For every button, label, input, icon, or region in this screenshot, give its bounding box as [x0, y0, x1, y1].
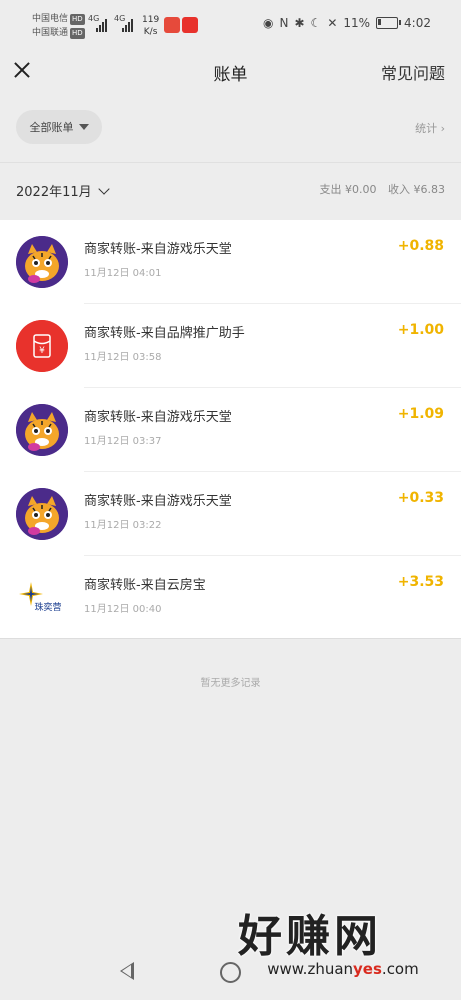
faq-link[interactable]: 常见问题: [381, 60, 445, 84]
home-icon[interactable]: [220, 962, 241, 983]
tiger-avatar: [16, 488, 68, 540]
transaction-title: 商家转账-来自游戏乐天堂: [84, 494, 232, 509]
month-summary: 支出 ¥0.00 收入 ¥6.83: [312, 181, 446, 197]
stats-label: 统计: [415, 122, 438, 135]
logo-text: 珠奕营: [34, 601, 61, 613]
flag-notification-icon: [182, 17, 198, 33]
all-bills-filter-button[interactable]: 全部账单: [16, 110, 102, 144]
red-envelope-avatar: ¥: [16, 320, 68, 372]
transaction-amount: +1.09: [397, 406, 444, 422]
expense-total: 支出 ¥0.00: [319, 183, 377, 196]
back-icon[interactable]: [120, 962, 134, 980]
clock: 4:02: [404, 16, 431, 30]
moon-icon: ☾: [310, 16, 322, 30]
transaction-row[interactable]: 商家转账-来自游戏乐天堂 11月12日 04:01 +0.88: [0, 220, 461, 304]
svg-text:¥: ¥: [39, 346, 45, 356]
filter-bar: 全部账单 统计 ›: [0, 92, 461, 163]
transaction-title: 商家转账-来自云房宝: [84, 578, 206, 593]
bluetooth-icon: ✱: [294, 16, 305, 30]
app-notification-icon: [164, 17, 180, 33]
transaction-time: 11月12日 03:58: [84, 352, 162, 363]
status-icons: ◉ N ✱ ☾ ✕ 11% 4:02: [263, 16, 431, 30]
signal-icon: [122, 14, 133, 32]
transaction-row[interactable]: ¥ 商家转账-来自品牌推广助手 11月12日 03:58 +1.00: [0, 304, 461, 388]
tiger-avatar: [16, 404, 68, 456]
transaction-amount: +0.88: [397, 238, 444, 254]
transaction-row[interactable]: 商家转账-来自游戏乐天堂 11月12日 03:22 +0.33: [0, 472, 461, 556]
filter-label: 全部账单: [29, 121, 74, 134]
nfc-icon: N: [279, 16, 289, 30]
transaction-amount: +3.53: [397, 574, 444, 590]
chevron-down-icon: [97, 182, 110, 195]
transaction-time: 11月12日 04:01: [84, 268, 162, 279]
transaction-list: 商家转账-来自游戏乐天堂 11月12日 04:01 +0.88 ¥ 商家转账-来…: [0, 220, 461, 639]
system-nav-bar: [0, 950, 461, 1000]
carrier-1: 中国电信 HD: [32, 14, 85, 25]
stats-link[interactable]: 统计 ›: [415, 120, 445, 136]
battery-percent: 11%: [343, 16, 371, 30]
eye-icon: ◉: [263, 16, 274, 30]
status-bar: 中国电信 HD 中国联通 HD 4G 4G 119 K/s ◉ N ✱ ☾ ✕ 11%…: [0, 0, 461, 52]
network-speed: 119 K/s: [142, 15, 160, 37]
transaction-title: 商家转账-来自游戏乐天堂: [84, 242, 232, 257]
battery-icon: [376, 17, 402, 29]
carrier-2: 中国联通 HD: [32, 28, 85, 39]
transaction-row[interactable]: 珠奕营 商家转账-来自云房宝 11月12日 00:40 +3.53: [0, 556, 461, 640]
month-header: 2022年11月 支出 ¥0.00 收入 ¥6.83: [0, 163, 461, 219]
income-total: 收入 ¥6.83: [388, 183, 445, 196]
star-logo-avatar: 珠奕营: [16, 572, 68, 624]
month-selector[interactable]: 2022年11月: [16, 181, 110, 200]
mute-icon: ✕: [327, 16, 338, 30]
transaction-time: 11月12日 03:22: [84, 520, 162, 531]
transaction-time: 11月12日 03:37: [84, 436, 162, 447]
caret-down-icon: [78, 124, 89, 130]
no-more-records: 暂无更多记录: [200, 678, 261, 689]
chevron-right-icon: ›: [440, 122, 445, 135]
month-label: 2022年11月: [16, 185, 92, 200]
signal-icon: [96, 14, 107, 32]
transaction-title: 商家转账-来自游戏乐天堂: [84, 410, 232, 425]
transaction-amount: +1.00: [397, 322, 444, 338]
transaction-time: 11月12日 00:40: [84, 604, 162, 615]
transaction-amount: +0.33: [397, 490, 444, 506]
transaction-title: 商家转账-来自品牌推广助手: [84, 326, 245, 341]
tiger-avatar: [16, 236, 68, 288]
nav-bar: 账单 常见问题: [0, 52, 461, 92]
transaction-row[interactable]: 商家转账-来自游戏乐天堂 11月12日 03:37 +1.09: [0, 388, 461, 472]
